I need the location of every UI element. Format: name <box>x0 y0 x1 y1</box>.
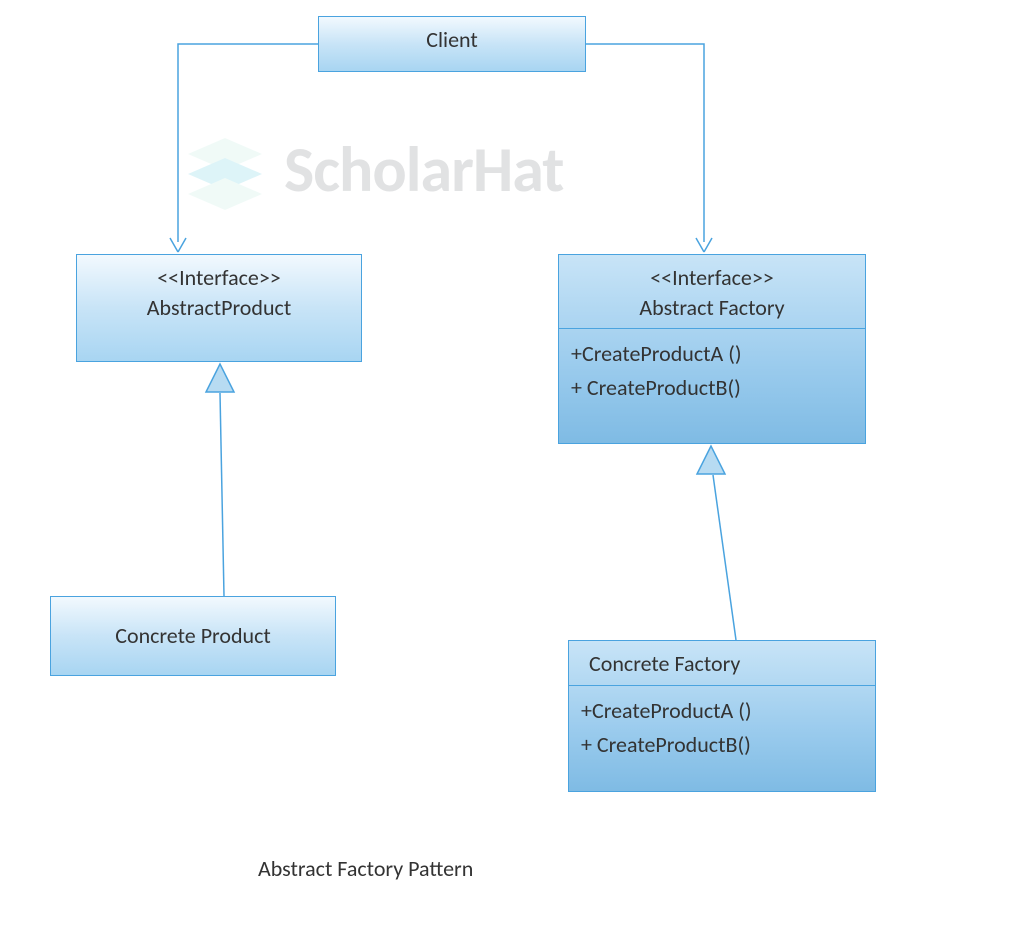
concrete-factory-methods: +CreateProductA () + CreateProductB() <box>569 685 875 772</box>
watermark: ScholarHat <box>180 130 563 210</box>
class-client-name: Client <box>319 17 585 61</box>
abstract-factory-method-a: +CreateProductA () <box>571 337 853 371</box>
concrete-product-name: Concrete Product <box>51 597 335 657</box>
abstract-product-stereotype: <<Interface>> <box>81 263 357 293</box>
interface-abstract-factory: <<Interface>> Abstract Factory +CreatePr… <box>558 254 866 444</box>
abstract-product-name: AbstractProduct <box>81 293 357 323</box>
concrete-factory-method-b: + CreateProductB() <box>581 728 863 762</box>
abstract-factory-diagram: ScholarHat Client <<Interface>> Abstract… <box>0 0 1024 929</box>
abstract-factory-method-b: + CreateProductB() <box>571 371 853 405</box>
scholarhat-logo-icon <box>180 130 270 210</box>
concrete-factory-method-a: +CreateProductA () <box>581 694 863 728</box>
diagram-caption: Abstract Factory Pattern <box>258 855 473 882</box>
class-concrete-factory: Concrete Factory +CreateProductA () + Cr… <box>568 640 876 792</box>
generalization-concrete-product-to-abstract-product <box>206 364 234 596</box>
arrow-client-to-abstract-product <box>170 44 318 252</box>
class-client: Client <box>318 16 586 72</box>
interface-abstract-product: <<Interface>> AbstractProduct <box>76 254 362 362</box>
abstract-factory-methods: +CreateProductA () + CreateProductB() <box>559 328 865 415</box>
class-concrete-product: Concrete Product <box>50 596 336 676</box>
abstract-factory-stereotype: <<Interface>> <box>563 263 861 293</box>
generalization-concrete-factory-to-abstract-factory <box>697 446 736 640</box>
abstract-factory-name: Abstract Factory <box>563 293 861 323</box>
watermark-text: ScholarHat <box>284 131 563 209</box>
arrow-client-to-abstract-factory <box>586 44 712 252</box>
concrete-factory-name: Concrete Factory <box>589 649 871 679</box>
